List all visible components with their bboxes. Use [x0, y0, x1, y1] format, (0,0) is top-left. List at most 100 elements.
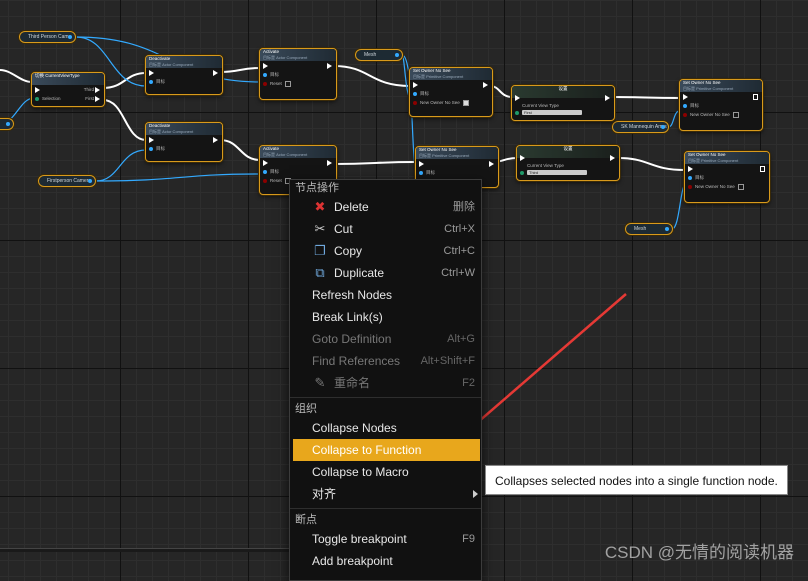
menu-item-toggle-breakpoint[interactable]: Toggle breakpoint F9	[290, 528, 481, 550]
exec-row	[146, 68, 222, 77]
exec-out-pin[interactable]	[483, 82, 488, 88]
menu-item-find-references: Find References Alt+Shift+F	[290, 350, 481, 372]
exec-out-pin[interactable]	[95, 87, 100, 93]
offscreen-var[interactable]	[0, 118, 14, 130]
pin-label: First	[85, 96, 94, 101]
panel-divider	[0, 548, 289, 552]
target-pin[interactable]	[149, 80, 153, 84]
bool-pin[interactable]	[413, 101, 417, 105]
menu-item-add-breakpoint[interactable]: Add breakpoint	[290, 550, 481, 572]
switch-node[interactable]: 切换 CurrentViewType Third Selection First	[31, 72, 105, 107]
set-owner-no-see-node-4[interactable]: Set Owner No See 目标是 Primitive Component …	[684, 151, 770, 203]
menu-item-label: Add breakpoint	[312, 554, 393, 568]
output-pin[interactable]	[395, 53, 399, 57]
set-owner-no-see-node-1[interactable]: Set Owner No See 目标是 Primitive Component …	[409, 67, 493, 117]
bool-pin[interactable]	[688, 185, 692, 189]
value-checkbox[interactable]	[732, 111, 739, 118]
pin-label: 目标	[420, 91, 429, 96]
exec-out-pin[interactable]	[327, 63, 332, 69]
view-type-combo[interactable]: Third	[527, 170, 587, 176]
activate-node-top[interactable]: Activate 目标是 Actor Component 目标 Reset	[259, 48, 337, 100]
menu-item-label: Copy	[334, 244, 363, 258]
exec-wire	[489, 85, 513, 98]
value-pin[interactable]	[515, 111, 519, 115]
menu-item-label: 对齐	[312, 487, 337, 501]
exec-in-pin[interactable]	[683, 94, 688, 100]
exec-in-pin[interactable]	[149, 137, 154, 143]
section-node-actions: 节点操作	[295, 182, 339, 194]
exec-in-pin[interactable]	[149, 70, 154, 76]
third-person-cam-var[interactable]: Third Person Cam	[19, 31, 76, 43]
target-pin[interactable]	[149, 147, 153, 151]
output-pin[interactable]	[68, 35, 72, 39]
view-type-combo[interactable]: First	[522, 110, 582, 116]
var-label: Mesh	[364, 52, 377, 58]
menu-item-label: Cut	[334, 222, 353, 236]
exec-out-pin[interactable]	[327, 160, 332, 166]
output-pin[interactable]	[665, 227, 669, 231]
exec-row: Third	[32, 85, 104, 94]
watermark: CSDN @无情的阅读机器	[604, 543, 794, 562]
value-checkbox[interactable]	[462, 99, 469, 106]
exec-in-pin[interactable]	[35, 87, 40, 93]
target-pin[interactable]	[683, 104, 687, 108]
exec-out-pin[interactable]	[605, 95, 610, 101]
exec-wire	[0, 69, 33, 83]
menu-item-collapse-to-function[interactable]: Collapse to Function	[293, 439, 480, 461]
target-pin[interactable]	[688, 176, 692, 180]
value-checkbox[interactable]	[737, 183, 744, 190]
menu-item-label: Duplicate	[334, 266, 385, 280]
context-menu: 节点操作 ✖ Delete 删除 ✂ Cut Ctrl+X ❐ Copy Ctr…	[289, 179, 482, 581]
menu-item-cut[interactable]: ✂ Cut Ctrl+X	[290, 218, 481, 240]
menu-item-delete[interactable]: ✖ Delete 删除	[290, 196, 481, 218]
menu-item-copy[interactable]: ❐ Copy Ctrl+C	[290, 240, 481, 262]
exec-wire	[333, 161, 417, 165]
reset-checkbox[interactable]	[284, 80, 291, 87]
exec-out-pin[interactable]	[760, 166, 765, 172]
menu-item-duplicate[interactable]: ⧉ Duplicate Ctrl+W	[290, 262, 481, 284]
deactivate-node-bottom[interactable]: Deactivate 目标是 Actor Component 目标	[145, 122, 223, 162]
exec-in-pin[interactable]	[419, 161, 424, 167]
mesh-var-top[interactable]: Mesh	[355, 49, 403, 61]
set-view-type-node-bottom[interactable]: 设置 Current View Type Third	[516, 145, 620, 181]
exec-in-pin[interactable]	[263, 160, 268, 166]
menu-item-align[interactable]: 对齐	[290, 483, 481, 505]
exec-in-pin[interactable]	[688, 166, 693, 172]
output-pin[interactable]	[88, 179, 92, 183]
menu-item-refresh-nodes[interactable]: Refresh Nodes	[290, 284, 481, 306]
sk-mannequin-arms-var[interactable]: SK Mannequin Arms	[612, 121, 669, 133]
exec-out-pin[interactable]	[489, 161, 494, 167]
deactivate-node-top[interactable]: Deactivate 目标是 Actor Component 目标	[145, 55, 223, 95]
bool-pin[interactable]	[683, 113, 687, 117]
target-pin[interactable]	[413, 92, 417, 96]
set-owner-no-see-node-3[interactable]: Set Owner No See 目标是 Primitive Component …	[679, 79, 763, 131]
exec-in-pin[interactable]	[515, 95, 520, 101]
target-pin[interactable]	[263, 73, 267, 77]
mesh-var-bottom[interactable]: Mesh	[625, 223, 673, 235]
selection-pin[interactable]	[35, 97, 39, 101]
exec-out-pin[interactable]	[610, 155, 615, 161]
value-pin[interactable]	[520, 171, 524, 175]
exec-row	[260, 61, 336, 70]
set-view-type-node-top[interactable]: 设置 Current View Type First	[511, 85, 615, 121]
target-pin[interactable]	[419, 171, 423, 175]
menu-item-collapse-to-macro[interactable]: Collapse to Macro	[290, 461, 481, 483]
exec-out-pin[interactable]	[213, 137, 218, 143]
reset-pin[interactable]	[263, 82, 267, 86]
exec-out-pin[interactable]	[213, 70, 218, 76]
exec-out-pin[interactable]	[753, 94, 758, 100]
exec-wire	[333, 65, 411, 87]
output-pin[interactable]	[6, 122, 10, 126]
menu-item-collapse-nodes[interactable]: Collapse Nodes	[290, 417, 481, 439]
exec-out-pin[interactable]	[95, 96, 100, 102]
exec-in-pin[interactable]	[263, 63, 268, 69]
exec-in-pin[interactable]	[413, 82, 418, 88]
output-pin[interactable]	[661, 125, 665, 129]
target-pin[interactable]	[263, 170, 267, 174]
exec-in-pin[interactable]	[520, 155, 525, 161]
pin-label: New Owner No See	[420, 100, 460, 105]
first-person-camera-var[interactable]: Firstperson Camera	[38, 175, 96, 187]
menu-item-break-links[interactable]: Break Link(s)	[290, 306, 481, 328]
exec-row	[260, 158, 336, 167]
reset-pin[interactable]	[263, 179, 267, 183]
